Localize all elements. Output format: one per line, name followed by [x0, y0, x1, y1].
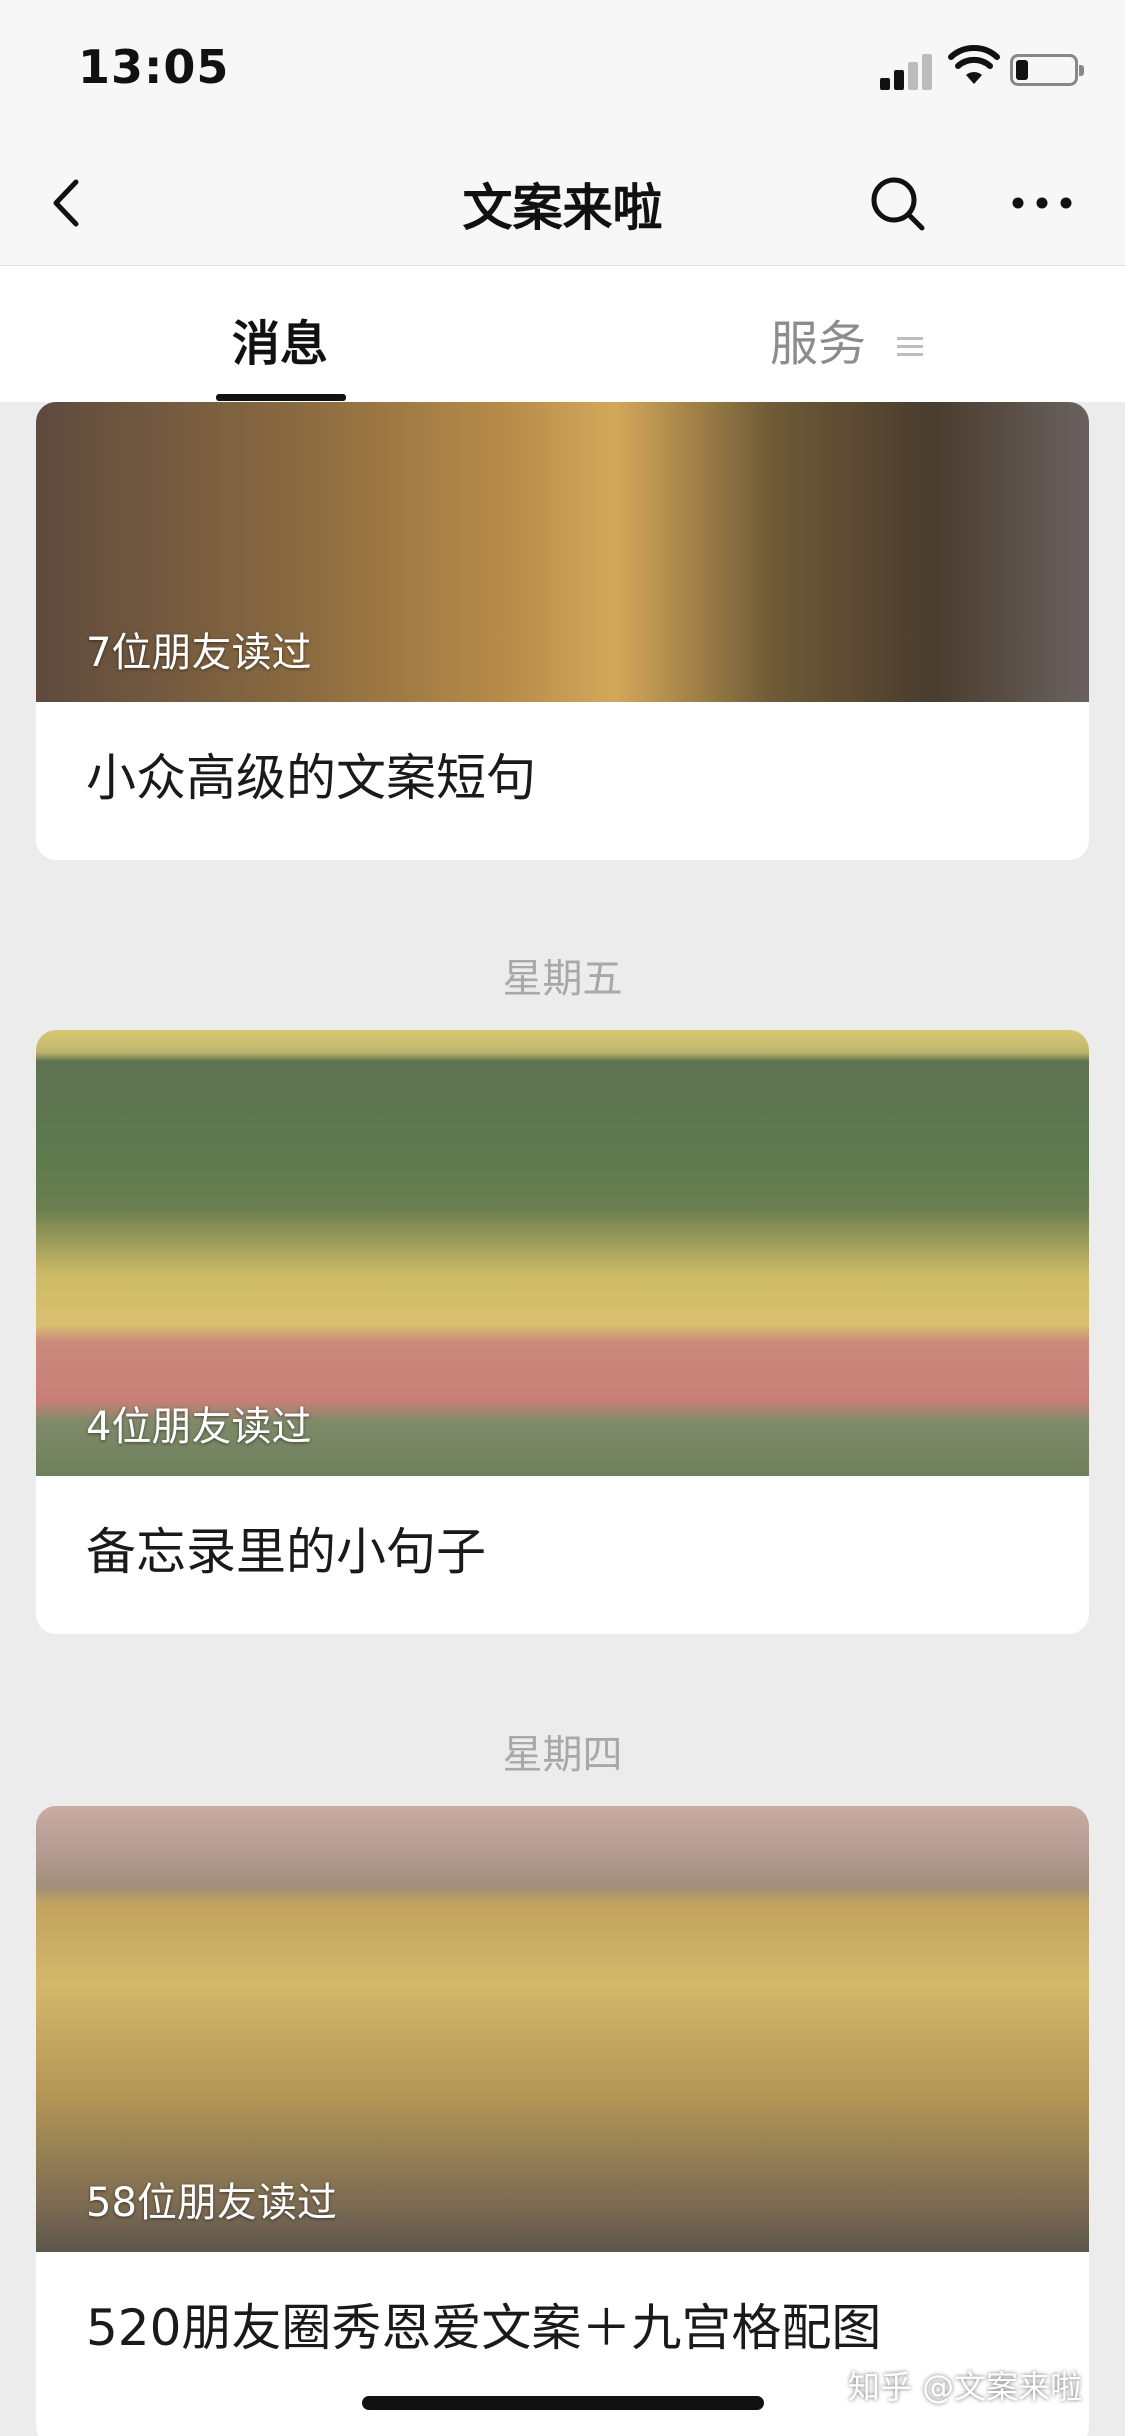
article-title[interactable]: 520朋友圈秀恩爱文案＋九宫格配图: [86, 2288, 881, 2360]
search-icon[interactable]: [864, 170, 930, 236]
home-indicator[interactable]: [362, 2396, 764, 2410]
status-bar: 13:05: [0, 0, 1125, 140]
date-divider: 星期五: [502, 956, 623, 1002]
tab-bar: 消息 服务: [0, 266, 1125, 402]
nav-bar: 文案来啦: [0, 140, 1125, 266]
article-title[interactable]: 备忘录里的小句子: [86, 1512, 486, 1584]
article-card[interactable]: 58位朋友读过 520朋友圈秀恩爱文案＋九宫格配图: [36, 1806, 1089, 2436]
article-card[interactable]: 4位朋友读过 备忘录里的小句子: [36, 1030, 1089, 1634]
tab-services-label: 服务: [770, 316, 867, 372]
read-count: 58位朋友读过: [86, 2180, 337, 2226]
cellular-signal-icon: [880, 52, 936, 90]
article-cover-image: 7位朋友读过: [36, 402, 1089, 702]
status-time: 13:05: [78, 40, 230, 94]
tab-services[interactable]: 服务: [770, 304, 924, 374]
page-title: 文案来啦: [462, 179, 663, 237]
watermark: 知乎 @文案来啦: [848, 2368, 1083, 2406]
read-count: 7位朋友读过: [86, 630, 312, 676]
article-cover-image: 58位朋友读过: [36, 1806, 1089, 2252]
read-count: 4位朋友读过: [86, 1404, 312, 1450]
article-cover-image: 4位朋友读过: [36, 1030, 1089, 1476]
menu-icon: [897, 337, 924, 356]
wifi-icon: [948, 45, 1000, 84]
date-divider: 星期四: [502, 1732, 623, 1778]
article-title[interactable]: 小众高级的文案短句: [86, 738, 536, 810]
message-feed[interactable]: 7位朋友读过 小众高级的文案短句 星期五 4位朋友读过 备忘录里的小句子 星期四…: [0, 402, 1125, 2436]
active-tab-indicator: [216, 394, 346, 401]
article-card[interactable]: 7位朋友读过 小众高级的文案短句: [36, 402, 1089, 860]
battery-icon: [1010, 54, 1084, 86]
tab-messages[interactable]: 消息: [232, 304, 328, 374]
more-horizontal-icon[interactable]: [1006, 170, 1078, 236]
